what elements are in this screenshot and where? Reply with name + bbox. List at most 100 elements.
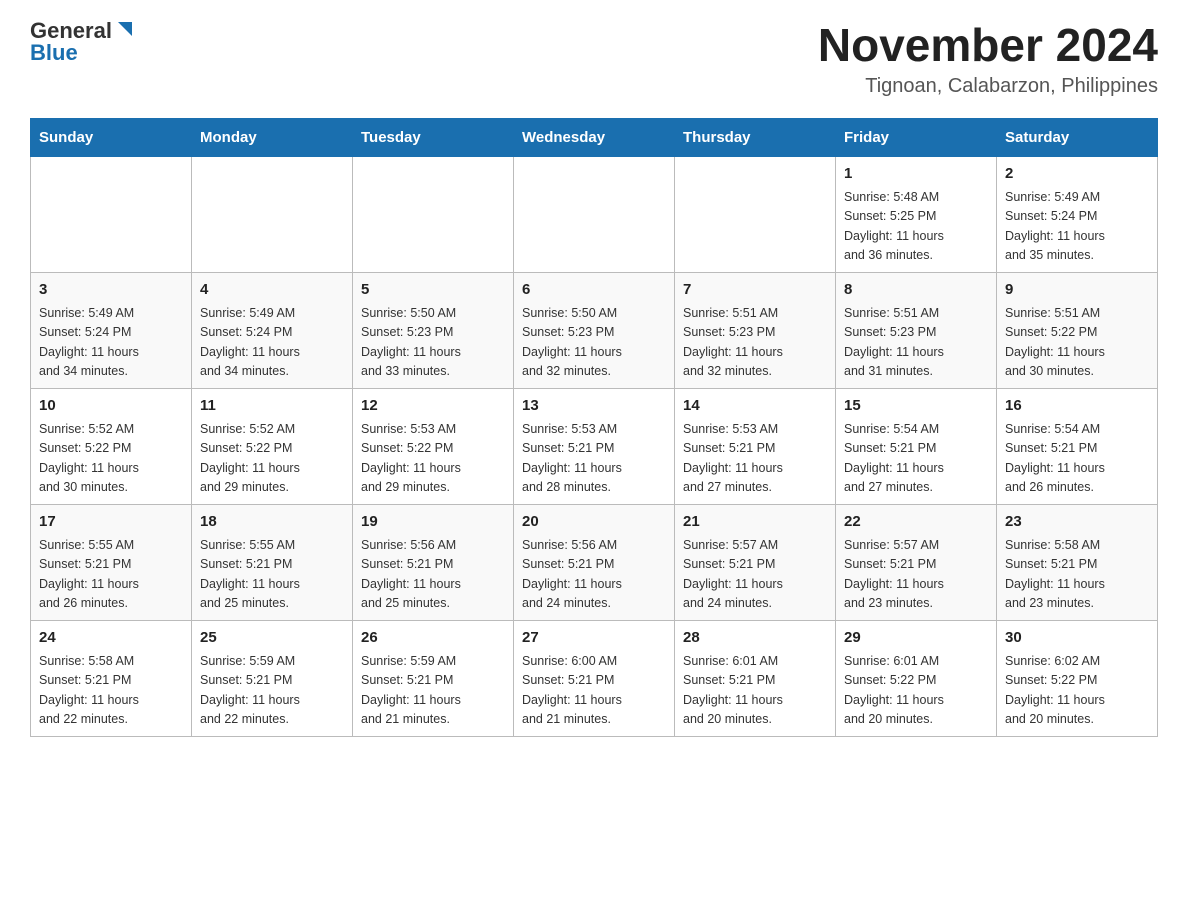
day-number: 21 (683, 511, 827, 534)
day-info: Sunrise: 5:49 AMSunset: 5:24 PMDaylight:… (200, 304, 344, 382)
day-cell (192, 156, 353, 272)
day-info: Sunrise: 6:01 AMSunset: 5:22 PMDaylight:… (844, 652, 988, 730)
day-info: Sunrise: 5:59 AMSunset: 5:21 PMDaylight:… (361, 652, 505, 730)
day-cell: 22Sunrise: 5:57 AMSunset: 5:21 PMDayligh… (836, 504, 997, 620)
day-cell: 20Sunrise: 5:56 AMSunset: 5:21 PMDayligh… (514, 504, 675, 620)
day-cell: 24Sunrise: 5:58 AMSunset: 5:21 PMDayligh… (31, 620, 192, 736)
day-number: 29 (844, 627, 988, 650)
day-info: Sunrise: 5:49 AMSunset: 5:24 PMDaylight:… (39, 304, 183, 382)
day-info: Sunrise: 5:56 AMSunset: 5:21 PMDaylight:… (361, 536, 505, 614)
day-number: 18 (200, 511, 344, 534)
week-row-3: 10Sunrise: 5:52 AMSunset: 5:22 PMDayligh… (31, 388, 1158, 504)
day-info: Sunrise: 5:59 AMSunset: 5:21 PMDaylight:… (200, 652, 344, 730)
col-header-monday: Monday (192, 118, 353, 156)
day-cell: 30Sunrise: 6:02 AMSunset: 5:22 PMDayligh… (997, 620, 1158, 736)
day-cell: 1Sunrise: 5:48 AMSunset: 5:25 PMDaylight… (836, 156, 997, 272)
week-row-2: 3Sunrise: 5:49 AMSunset: 5:24 PMDaylight… (31, 272, 1158, 388)
col-header-friday: Friday (836, 118, 997, 156)
day-cell: 23Sunrise: 5:58 AMSunset: 5:21 PMDayligh… (997, 504, 1158, 620)
day-cell: 15Sunrise: 5:54 AMSunset: 5:21 PMDayligh… (836, 388, 997, 504)
day-cell: 26Sunrise: 5:59 AMSunset: 5:21 PMDayligh… (353, 620, 514, 736)
day-cell (31, 156, 192, 272)
day-number: 15 (844, 395, 988, 418)
day-info: Sunrise: 5:50 AMSunset: 5:23 PMDaylight:… (522, 304, 666, 382)
day-number: 5 (361, 279, 505, 302)
day-info: Sunrise: 5:52 AMSunset: 5:22 PMDaylight:… (39, 420, 183, 498)
day-info: Sunrise: 5:53 AMSunset: 5:21 PMDaylight:… (522, 420, 666, 498)
day-cell (353, 156, 514, 272)
day-cell: 19Sunrise: 5:56 AMSunset: 5:21 PMDayligh… (353, 504, 514, 620)
day-number: 7 (683, 279, 827, 302)
calendar-body: 1Sunrise: 5:48 AMSunset: 5:25 PMDaylight… (31, 156, 1158, 736)
col-header-tuesday: Tuesday (353, 118, 514, 156)
col-header-sunday: Sunday (31, 118, 192, 156)
day-info: Sunrise: 5:56 AMSunset: 5:21 PMDaylight:… (522, 536, 666, 614)
day-number: 11 (200, 395, 344, 418)
day-info: Sunrise: 5:52 AMSunset: 5:22 PMDaylight:… (200, 420, 344, 498)
day-cell: 9Sunrise: 5:51 AMSunset: 5:22 PMDaylight… (997, 272, 1158, 388)
logo: General Blue (30, 20, 132, 64)
week-row-1: 1Sunrise: 5:48 AMSunset: 5:25 PMDaylight… (31, 156, 1158, 272)
day-cell: 27Sunrise: 6:00 AMSunset: 5:21 PMDayligh… (514, 620, 675, 736)
col-header-wednesday: Wednesday (514, 118, 675, 156)
day-info: Sunrise: 5:48 AMSunset: 5:25 PMDaylight:… (844, 188, 988, 266)
day-cell (514, 156, 675, 272)
day-number: 17 (39, 511, 183, 534)
day-cell: 7Sunrise: 5:51 AMSunset: 5:23 PMDaylight… (675, 272, 836, 388)
day-cell: 18Sunrise: 5:55 AMSunset: 5:21 PMDayligh… (192, 504, 353, 620)
day-cell: 21Sunrise: 5:57 AMSunset: 5:21 PMDayligh… (675, 504, 836, 620)
day-cell: 12Sunrise: 5:53 AMSunset: 5:22 PMDayligh… (353, 388, 514, 504)
day-info: Sunrise: 5:53 AMSunset: 5:21 PMDaylight:… (683, 420, 827, 498)
day-info: Sunrise: 5:57 AMSunset: 5:21 PMDaylight:… (844, 536, 988, 614)
subtitle: Tignoan, Calabarzon, Philippines (818, 75, 1158, 98)
day-number: 26 (361, 627, 505, 650)
day-number: 2 (1005, 163, 1149, 186)
day-info: Sunrise: 5:50 AMSunset: 5:23 PMDaylight:… (361, 304, 505, 382)
day-number: 27 (522, 627, 666, 650)
day-cell: 13Sunrise: 5:53 AMSunset: 5:21 PMDayligh… (514, 388, 675, 504)
day-cell: 28Sunrise: 6:01 AMSunset: 5:21 PMDayligh… (675, 620, 836, 736)
day-info: Sunrise: 5:51 AMSunset: 5:23 PMDaylight:… (844, 304, 988, 382)
day-number: 8 (844, 279, 988, 302)
day-cell: 25Sunrise: 5:59 AMSunset: 5:21 PMDayligh… (192, 620, 353, 736)
day-info: Sunrise: 5:53 AMSunset: 5:22 PMDaylight:… (361, 420, 505, 498)
day-info: Sunrise: 6:01 AMSunset: 5:21 PMDaylight:… (683, 652, 827, 730)
day-info: Sunrise: 5:55 AMSunset: 5:21 PMDaylight:… (39, 536, 183, 614)
day-cell: 17Sunrise: 5:55 AMSunset: 5:21 PMDayligh… (31, 504, 192, 620)
day-cell: 4Sunrise: 5:49 AMSunset: 5:24 PMDaylight… (192, 272, 353, 388)
day-number: 23 (1005, 511, 1149, 534)
day-number: 12 (361, 395, 505, 418)
title-block: November 2024 Tignoan, Calabarzon, Phili… (818, 20, 1158, 98)
day-number: 16 (1005, 395, 1149, 418)
header-row: SundayMondayTuesdayWednesdayThursdayFrid… (31, 118, 1158, 156)
day-number: 30 (1005, 627, 1149, 650)
day-cell (675, 156, 836, 272)
day-info: Sunrise: 6:02 AMSunset: 5:22 PMDaylight:… (1005, 652, 1149, 730)
day-cell: 11Sunrise: 5:52 AMSunset: 5:22 PMDayligh… (192, 388, 353, 504)
day-info: Sunrise: 5:51 AMSunset: 5:22 PMDaylight:… (1005, 304, 1149, 382)
day-cell: 6Sunrise: 5:50 AMSunset: 5:23 PMDaylight… (514, 272, 675, 388)
col-header-thursday: Thursday (675, 118, 836, 156)
col-header-saturday: Saturday (997, 118, 1158, 156)
day-cell: 14Sunrise: 5:53 AMSunset: 5:21 PMDayligh… (675, 388, 836, 504)
day-number: 3 (39, 279, 183, 302)
day-info: Sunrise: 5:54 AMSunset: 5:21 PMDaylight:… (844, 420, 988, 498)
day-info: Sunrise: 5:58 AMSunset: 5:21 PMDaylight:… (1005, 536, 1149, 614)
day-number: 14 (683, 395, 827, 418)
day-number: 9 (1005, 279, 1149, 302)
logo-general-text: General (30, 20, 112, 42)
day-cell: 2Sunrise: 5:49 AMSunset: 5:24 PMDaylight… (997, 156, 1158, 272)
day-number: 13 (522, 395, 666, 418)
logo-arrow-icon (114, 20, 132, 38)
day-number: 25 (200, 627, 344, 650)
page-header: General Blue November 2024 Tignoan, Cala… (30, 20, 1158, 98)
day-number: 10 (39, 395, 183, 418)
logo-blue-text: Blue (30, 42, 78, 64)
day-cell: 29Sunrise: 6:01 AMSunset: 5:22 PMDayligh… (836, 620, 997, 736)
day-number: 19 (361, 511, 505, 534)
day-number: 22 (844, 511, 988, 534)
day-number: 28 (683, 627, 827, 650)
week-row-5: 24Sunrise: 5:58 AMSunset: 5:21 PMDayligh… (31, 620, 1158, 736)
day-number: 6 (522, 279, 666, 302)
day-number: 1 (844, 163, 988, 186)
